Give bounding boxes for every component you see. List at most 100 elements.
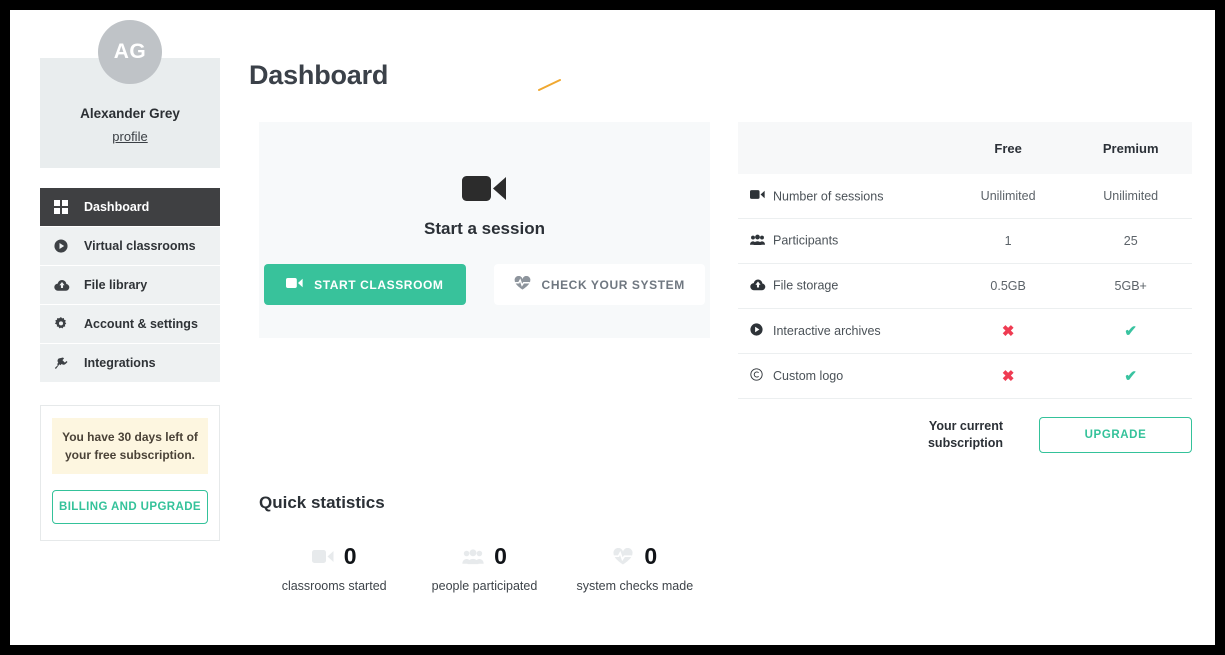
play-circle-icon: [750, 323, 768, 339]
video-camera-icon: [311, 549, 334, 564]
stat-value-row: 0: [560, 543, 710, 570]
feature-label: Participants: [773, 234, 839, 249]
sidebar-item-virtual-classrooms[interactable]: Virtual classrooms: [40, 227, 220, 266]
plan-table-head: Free Premium: [738, 122, 1192, 174]
plan-table-body: Number of sessions Unilimited Unilimited…: [738, 174, 1192, 399]
sidebar-item-label: Integrations: [84, 356, 156, 370]
stat-label: classrooms started: [281, 579, 387, 593]
stat-value: 0: [343, 543, 357, 569]
check-icon: ✔: [1124, 323, 1137, 340]
cloud-upload-icon: [54, 279, 76, 292]
sidebar-item-file-library[interactable]: File library: [40, 266, 220, 305]
premium-value: Unilimited: [1069, 174, 1192, 219]
check-your-system-label: CHECK YOUR SYSTEM: [541, 277, 685, 292]
feature-label: File storage: [773, 279, 839, 294]
sidebar-item-label: Virtual classrooms: [84, 239, 196, 253]
users-icon: [750, 234, 768, 249]
cross-icon: ✖: [1001, 368, 1015, 385]
feature-label: Interactive archives: [773, 324, 881, 338]
video-camera-icon: [750, 189, 768, 203]
feature-cell: Interactive archives: [738, 308, 947, 354]
feature-label: Custom logo: [773, 369, 844, 383]
app-page: AG Alexander Grey profile Dashboard Virt…: [10, 10, 1215, 645]
sidebar-item-integrations[interactable]: Integrations: [40, 344, 220, 383]
check-your-system-button[interactable]: CHECK YOUR SYSTEM: [493, 264, 705, 305]
premium-value: ✔: [1069, 353, 1192, 399]
plan-comparison: Free Premium Number of sessions Unilimit…: [738, 122, 1192, 453]
billing-and-upgrade-button[interactable]: BILLING AND UPGRADE: [52, 490, 208, 524]
free-value: ✖: [946, 308, 1070, 354]
main-content: Dashboard Start a session START CLASSROO…: [249, 10, 1215, 645]
column-header-feature: [738, 122, 947, 174]
free-subscription-notice: You have 30 days left of your free subsc…: [52, 418, 208, 474]
copyright-icon: [750, 368, 768, 384]
stat-label: system checks made: [576, 579, 694, 593]
free-value: Unilimited: [946, 174, 1070, 219]
sidebar-item-label: Dashboard: [84, 200, 150, 214]
play-circle-icon: [54, 239, 76, 253]
table-row: Custom logo ✖ ✔: [738, 353, 1192, 399]
stat-value-row: 0: [259, 543, 409, 570]
profile-name: Alexander Grey: [80, 106, 180, 121]
column-header-free: Free: [946, 122, 1070, 174]
premium-value: 25: [1069, 218, 1192, 264]
table-row: File storage 0.5GB 5GB+: [738, 263, 1192, 309]
feature-cell: Participants: [738, 218, 947, 264]
sidebar-item-label: Account & settings: [84, 317, 198, 331]
subscription-row: Your current subscription UPGRADE: [738, 417, 1192, 453]
cross-icon: ✖: [1001, 323, 1015, 340]
start-session-panel: Start a session START CLASSROOM CHECK YO…: [259, 122, 710, 338]
users-icon: [462, 548, 484, 565]
profile-card: AG Alexander Grey profile: [40, 20, 220, 168]
table-row: Number of sessions Unilimited Unilimited: [738, 174, 1192, 219]
feature-cell: Custom logo: [738, 353, 947, 399]
stat-people-participated: 0 people participated: [409, 543, 559, 593]
avatar: AG: [98, 20, 162, 84]
stat-label: people participated: [431, 579, 538, 593]
session-actions: START CLASSROOM CHECK YOUR SYSTEM: [259, 264, 710, 305]
stat-classrooms-started: 0 classrooms started: [259, 543, 409, 593]
check-icon: ✔: [1124, 368, 1137, 385]
free-value: ✖: [946, 353, 1070, 399]
premium-value: 5GB+: [1069, 263, 1192, 309]
plan-table: Free Premium Number of sessions Unilimit…: [738, 122, 1192, 399]
sidebar-item-account-settings[interactable]: Account & settings: [40, 305, 220, 344]
billing-card: You have 30 days left of your free subsc…: [40, 405, 220, 541]
gear-icon: [54, 317, 76, 331]
free-value: 0.5GB: [946, 263, 1070, 309]
video-camera-icon: [286, 277, 303, 292]
heartbeat-icon: [612, 548, 634, 565]
quick-statistics: 0 classrooms started 0 people participat…: [259, 543, 710, 593]
stat-value: 0: [644, 543, 658, 569]
plug-icon: [54, 356, 76, 371]
annotation-stroke-icon: [538, 79, 561, 91]
sidebar: AG Alexander Grey profile Dashboard Virt…: [40, 20, 220, 541]
video-camera-icon: [259, 173, 710, 209]
feature-cell: Number of sessions: [738, 174, 947, 219]
cloud-upload-icon: [750, 279, 768, 294]
start-classroom-button[interactable]: START CLASSROOM: [264, 264, 466, 305]
current-subscription-label: Your current subscription: [927, 419, 1003, 450]
free-value: 1: [946, 218, 1070, 264]
grid-icon: [54, 200, 76, 214]
start-session-heading: Start a session: [424, 219, 545, 238]
table-row: Interactive archives ✖ ✔: [738, 308, 1192, 354]
heartbeat-icon: [514, 275, 531, 293]
quick-statistics-title: Quick statistics: [259, 493, 385, 512]
premium-value: ✔: [1069, 308, 1192, 354]
upgrade-button[interactable]: UPGRADE: [1039, 417, 1192, 453]
feature-label: Number of sessions: [773, 189, 884, 204]
stat-value: 0: [494, 543, 507, 569]
table-row: Participants 1 25: [738, 218, 1192, 264]
sidebar-item-label: File library: [84, 278, 148, 292]
stat-value-row: 0: [409, 543, 559, 570]
page-title: Dashboard: [249, 60, 389, 90]
sidebar-nav: Dashboard Virtual classrooms File librar…: [40, 188, 220, 383]
feature-cell: File storage: [738, 263, 947, 309]
sidebar-item-dashboard[interactable]: Dashboard: [40, 188, 220, 227]
start-classroom-label: START CLASSROOM: [314, 277, 444, 292]
table-header-row: Free Premium: [738, 122, 1192, 174]
column-header-premium: Premium: [1069, 122, 1192, 174]
profile-link[interactable]: profile: [112, 129, 147, 144]
stat-system-checks-made: 0 system checks made: [560, 543, 710, 593]
